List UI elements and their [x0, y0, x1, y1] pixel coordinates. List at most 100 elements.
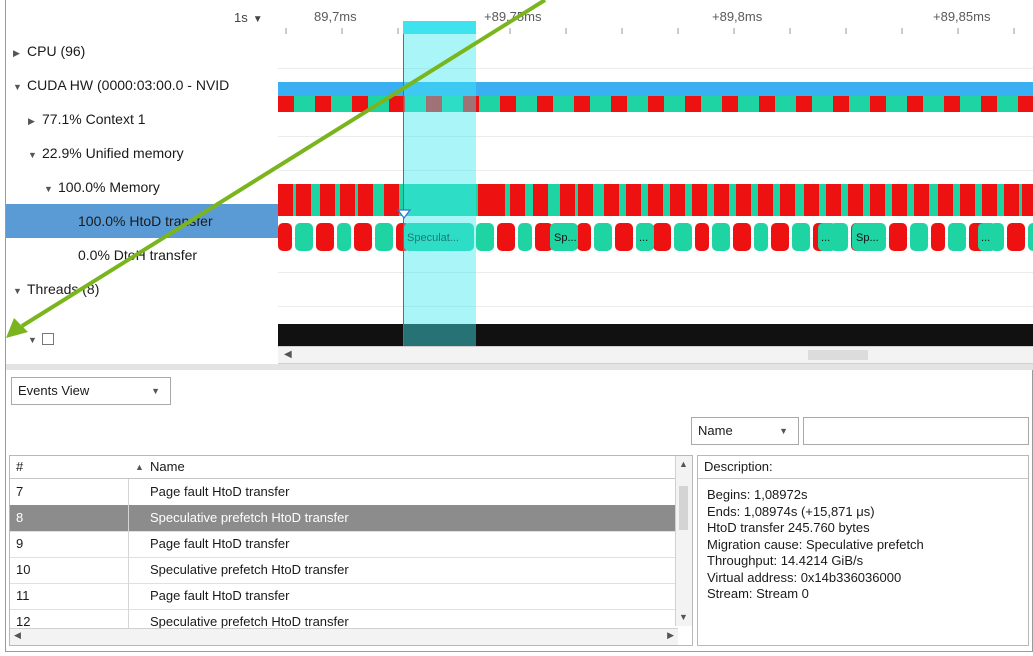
transfer-event[interactable] [337, 223, 351, 251]
page-fault-block[interactable] [560, 184, 575, 216]
selection-range-marker[interactable] [403, 21, 476, 34]
page-fault-block[interactable] [670, 184, 685, 216]
page-fault-block[interactable] [533, 184, 548, 216]
tree-row-thread-partial[interactable]: ▼ [6, 330, 278, 346]
page-fault-block[interactable] [736, 184, 751, 216]
page-fault-block[interactable] [358, 184, 373, 216]
transfer-event[interactable] [577, 223, 591, 251]
timeline-lanes[interactable]: Speculat... Sp......... Sp...... [278, 34, 1033, 346]
tree-row-context[interactable]: ▶ 77.1% Context 1 [6, 102, 278, 136]
page-fault-block[interactable] [804, 184, 819, 216]
page-fault-block[interactable] [870, 184, 885, 216]
thread-activity-bar[interactable] [278, 324, 1033, 346]
page-fault-block[interactable] [296, 184, 311, 216]
transfer-event[interactable] [771, 223, 789, 251]
expand-arrow-icon[interactable]: ▶ [28, 104, 42, 136]
transfer-event[interactable] [1028, 223, 1033, 251]
page-fault-block[interactable] [722, 96, 738, 112]
scroll-left-icon[interactable]: ◀ [14, 630, 21, 641]
transfer-event[interactable] [733, 223, 751, 251]
page-fault-block[interactable] [758, 184, 773, 216]
page-fault-block[interactable] [780, 184, 795, 216]
scrollbar-thumb[interactable] [679, 486, 688, 530]
transfer-event[interactable] [316, 223, 334, 251]
page-fault-block[interactable] [796, 96, 812, 112]
scrollbar-thumb[interactable] [808, 350, 868, 360]
transfer-event[interactable] [695, 223, 709, 251]
page-fault-block[interactable] [944, 96, 960, 112]
filter-field-selector[interactable]: Name ▼ [691, 417, 799, 445]
transfer-event[interactable] [948, 223, 966, 251]
page-fault-block[interactable] [648, 184, 663, 216]
page-fault-block[interactable] [870, 96, 886, 112]
column-header-name[interactable]: Name [150, 456, 185, 478]
page-fault-block[interactable] [907, 96, 923, 112]
page-fault-block[interactable] [914, 184, 929, 216]
tree-row-memory[interactable]: ▼ 100.0% Memory [6, 170, 278, 204]
transfer-event[interactable] [910, 223, 928, 251]
tree-row-htod-transfer[interactable]: 100.0% HtoD transfer [6, 204, 278, 238]
transfer-event[interactable] [754, 223, 768, 251]
collapse-arrow-icon[interactable]: ▼ [28, 332, 42, 346]
transfer-event[interactable] [615, 223, 633, 251]
page-fault-block[interactable] [892, 184, 907, 216]
table-row-selected[interactable]: 8 Speculative prefetch HtoD transfer [10, 505, 678, 532]
events-view-selector[interactable]: Events View ▼ [11, 377, 171, 405]
page-fault-block[interactable] [759, 96, 775, 112]
sort-ascending-icon[interactable]: ▲ [135, 456, 144, 478]
transfer-event[interactable] [1007, 223, 1025, 251]
cuda-hw-bar[interactable] [278, 82, 1033, 96]
timeline-horizontal-scrollbar[interactable]: ◀ [278, 346, 1033, 364]
transfer-event[interactable] [476, 223, 494, 251]
page-fault-block[interactable] [981, 96, 997, 112]
transfer-event[interactable] [278, 223, 292, 251]
page-fault-block[interactable] [714, 184, 729, 216]
transfer-event[interactable] [931, 223, 945, 251]
page-fault-block[interactable] [1022, 184, 1033, 216]
transfer-event[interactable] [518, 223, 532, 251]
scroll-right-icon[interactable]: ▶ [667, 630, 674, 641]
scroll-down-icon[interactable]: ▼ [679, 612, 688, 622]
table-row[interactable]: 7 Page fault HtoD transfer [10, 479, 678, 506]
transfer-event[interactable] [889, 223, 907, 251]
page-fault-block[interactable] [982, 184, 997, 216]
pane-splitter[interactable] [6, 364, 1033, 370]
page-fault-block[interactable] [278, 96, 294, 112]
page-fault-block[interactable] [320, 184, 335, 216]
page-fault-block[interactable] [692, 184, 707, 216]
table-row[interactable]: 10 Speculative prefetch HtoD transfer [10, 557, 678, 584]
page-fault-block[interactable] [938, 184, 953, 216]
filter-input[interactable] [803, 417, 1029, 445]
table-row[interactable]: 9 Page fault HtoD transfer [10, 531, 678, 558]
page-fault-block[interactable] [648, 96, 664, 112]
page-fault-block[interactable] [960, 184, 975, 216]
checkbox[interactable] [42, 333, 54, 346]
page-fault-block[interactable] [833, 96, 849, 112]
page-fault-block[interactable] [537, 96, 553, 112]
tree-row-cpu[interactable]: ▶ CPU (96) [6, 34, 278, 68]
scroll-left-icon[interactable]: ◀ [284, 347, 292, 363]
page-fault-block[interactable] [352, 96, 368, 112]
transfer-event[interactable] [354, 223, 372, 251]
column-divider[interactable] [128, 479, 129, 639]
page-fault-block[interactable] [340, 184, 355, 216]
collapse-arrow-icon[interactable]: ▼ [44, 172, 58, 204]
page-fault-block[interactable] [611, 96, 627, 112]
transfer-event[interactable] [792, 223, 810, 251]
tree-row-cuda-hw[interactable]: ▼ CUDA HW (0000:03:00.0 - NVID [6, 68, 278, 102]
collapse-arrow-icon[interactable]: ▼ [13, 274, 27, 306]
page-fault-block[interactable] [1004, 184, 1019, 216]
transfer-event[interactable] [653, 223, 671, 251]
table-row[interactable]: 11 Page fault HtoD transfer [10, 583, 678, 610]
collapse-arrow-icon[interactable]: ▼ [13, 70, 27, 102]
timeline-events-canvas[interactable]: Speculat... Sp......... Sp...... [278, 34, 1033, 346]
page-fault-block[interactable] [685, 96, 701, 112]
transfer-event[interactable] [497, 223, 515, 251]
tree-row-threads[interactable]: ▼ Threads (8) [6, 272, 278, 306]
page-fault-block[interactable] [315, 96, 331, 112]
collapse-arrow-icon[interactable]: ▼ [28, 138, 42, 170]
transfer-event[interactable] [674, 223, 692, 251]
table-horizontal-scrollbar[interactable]: ◀ ▶ [10, 628, 678, 645]
tree-row-dtoh-transfer[interactable]: 0.0% DtoH transfer [6, 238, 278, 272]
page-fault-block[interactable] [826, 184, 841, 216]
